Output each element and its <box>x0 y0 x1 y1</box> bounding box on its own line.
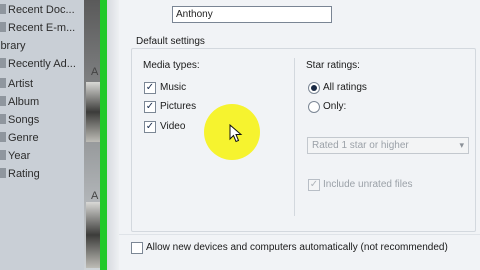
video-label: Video <box>160 121 186 132</box>
document-icon <box>0 4 6 14</box>
include-unrated-checkbox[interactable]: ✓ <box>308 179 320 191</box>
calendar-icon <box>0 150 6 160</box>
sidebar-item-recent-documents[interactable]: Recent Doc... <box>0 3 75 18</box>
all-ratings-radio[interactable] <box>308 82 320 94</box>
email-icon <box>0 22 6 32</box>
sidebar-item-genre[interactable]: Genre <box>0 131 39 146</box>
all-ratings-label: All ratings <box>323 82 367 93</box>
sidebar-item-songs[interactable]: Songs <box>0 113 39 128</box>
album-icon <box>0 96 6 106</box>
sidebar-item-recently-added[interactable]: Recently Ad... <box>0 57 76 72</box>
video-checkbox[interactable]: ✓ <box>144 121 156 133</box>
star-ratings-label: Star ratings: <box>306 60 360 71</box>
music-checkbox[interactable]: ✓ <box>144 82 156 94</box>
recent-icon <box>0 58 6 68</box>
allow-devices-checkbox[interactable] <box>131 242 143 254</box>
star-icon <box>0 168 6 178</box>
media-types-label: Media types: <box>143 60 200 71</box>
bottom-separator <box>119 234 480 235</box>
rating-select-value: Rated 1 star or higher <box>312 140 409 151</box>
sidebar: Recent Doc... Recent E-m... ibrary Recen… <box>0 0 100 270</box>
default-settings-heading: Default settings <box>136 36 205 47</box>
music-label: Music <box>160 82 187 93</box>
rating-select[interactable]: Rated 1 star or higher ▾ <box>307 137 469 154</box>
allow-devices-label: Allow new devices and computers automati… <box>146 242 448 253</box>
checkmark-icon: ✓ <box>145 82 155 93</box>
radio-selected-dot <box>311 85 317 91</box>
panel-divider <box>107 0 119 270</box>
genre-icon <box>0 132 6 142</box>
sidebar-item-recent-email[interactable]: Recent E-m... <box>0 21 75 36</box>
checkmark-icon: ✓ <box>145 121 155 132</box>
sidebar-list: Recent Doc... Recent E-m... ibrary Recen… <box>0 0 84 270</box>
mouse-pointer-icon <box>229 124 243 143</box>
artist-icon <box>0 78 6 88</box>
sidebar-item-library[interactable]: ibrary <box>0 39 26 54</box>
only-label: Only: <box>323 101 347 112</box>
column-separator <box>294 58 295 216</box>
album-art-thumbnail[interactable] <box>86 202 100 268</box>
green-highlight-bar <box>100 0 107 270</box>
pictures-label: Pictures <box>160 101 197 112</box>
checkmark-icon: ✓ <box>145 101 155 112</box>
album-letter: A <box>91 66 99 78</box>
chevron-down-icon: ▾ <box>459 140 464 150</box>
sidebar-item-year[interactable]: Year <box>0 149 30 164</box>
sidebar-item-artist[interactable]: Artist <box>0 77 33 92</box>
sidebar-item-rating[interactable]: Rating <box>0 167 40 182</box>
sidebar-item-album[interactable]: Album <box>0 95 39 110</box>
pictures-checkbox[interactable]: ✓ <box>144 101 156 113</box>
include-unrated-label: Include unrated files <box>323 179 413 190</box>
album-letter: A <box>91 190 99 202</box>
checkmark-icon: ✓ <box>309 179 319 190</box>
album-art-thumbnail[interactable] <box>86 82 100 142</box>
name-input[interactable]: Anthony <box>172 6 332 23</box>
only-radio[interactable] <box>308 101 320 113</box>
music-note-icon <box>0 114 6 124</box>
